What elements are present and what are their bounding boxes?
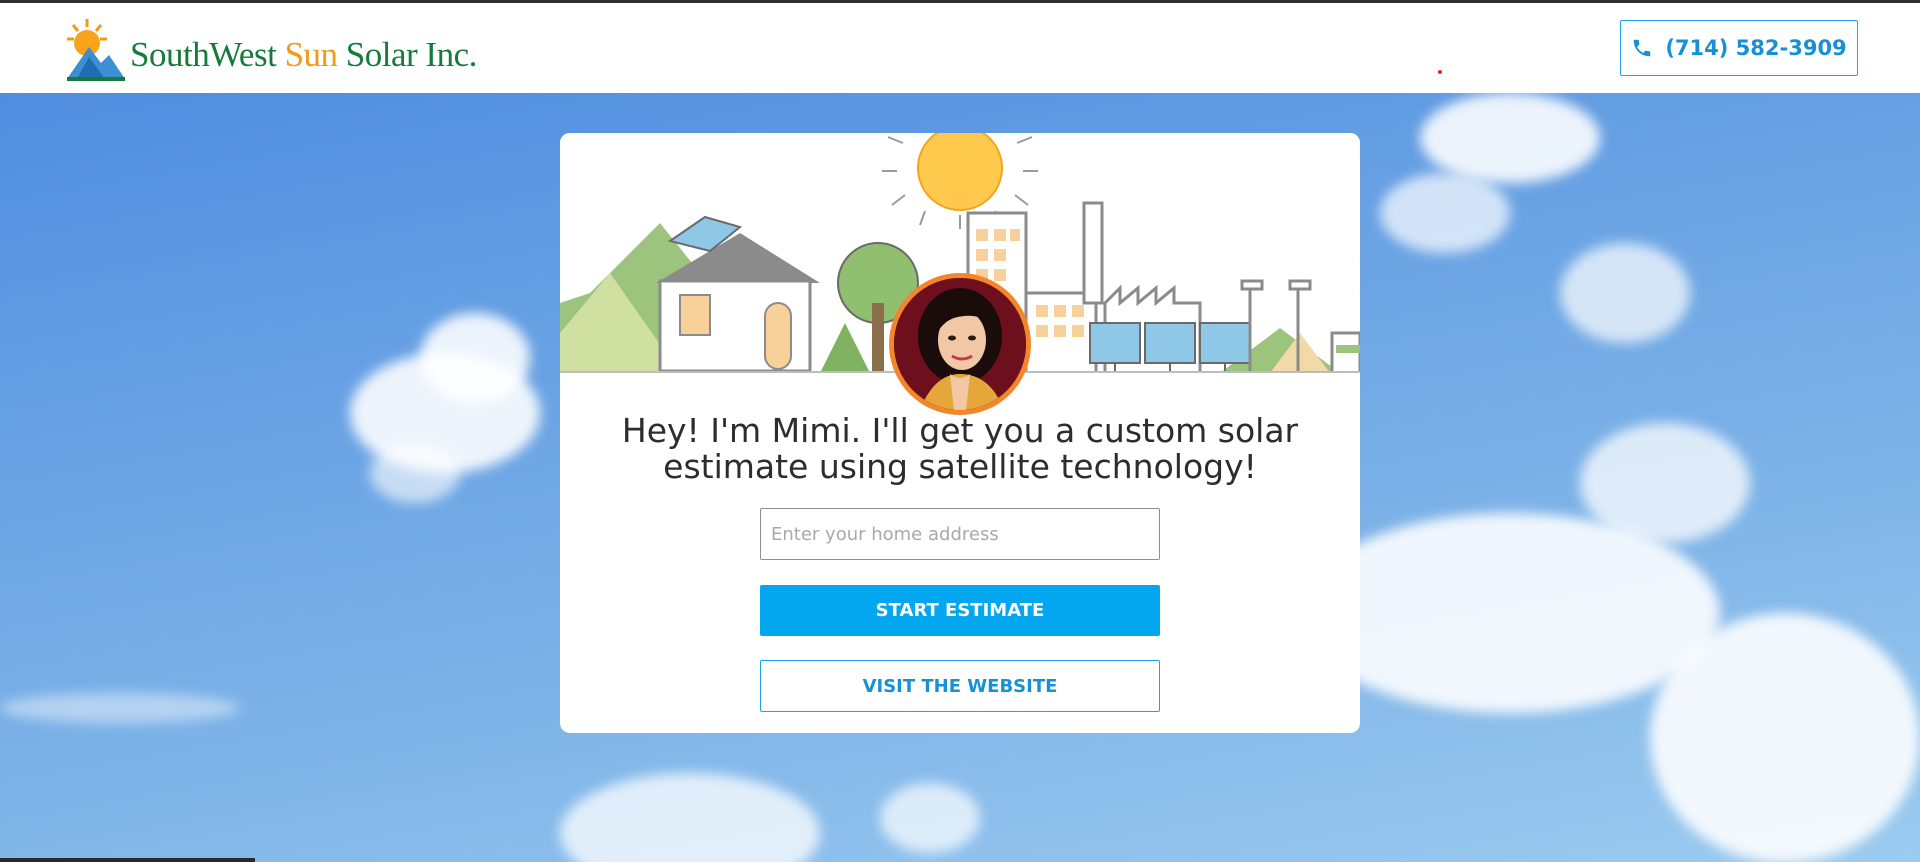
mimi-avatar xyxy=(889,273,1031,415)
phone-call-button[interactable]: (714) 582-3909 xyxy=(1620,20,1858,76)
phone-icon xyxy=(1634,39,1651,57)
visit-website-button[interactable]: VISIT THE WEBSITE xyxy=(760,660,1160,712)
company-logo[interactable]: SouthWest Sun Solar Inc. xyxy=(65,17,477,83)
phone-number-label: (714) 582-3909 xyxy=(1665,36,1847,60)
company-name: SouthWest Sun Solar Inc. xyxy=(130,35,477,74)
site-header: SouthWest Sun Solar Inc. (714) 582-3909 xyxy=(0,3,1920,93)
home-address-input[interactable] xyxy=(760,508,1160,560)
intro-headline: Hey! I'm Mimi. I'll get you a custom sol… xyxy=(621,411,1299,486)
estimate-card: Hey! I'm Mimi. I'll get you a custom sol… xyxy=(560,133,1360,733)
sun-mountain-logo-icon xyxy=(67,19,125,81)
start-estimate-button[interactable]: START ESTIMATE xyxy=(760,585,1160,636)
portrait-image xyxy=(894,278,1026,410)
red-dot-mark xyxy=(1438,70,1442,74)
bottom-left-bar xyxy=(0,858,255,862)
